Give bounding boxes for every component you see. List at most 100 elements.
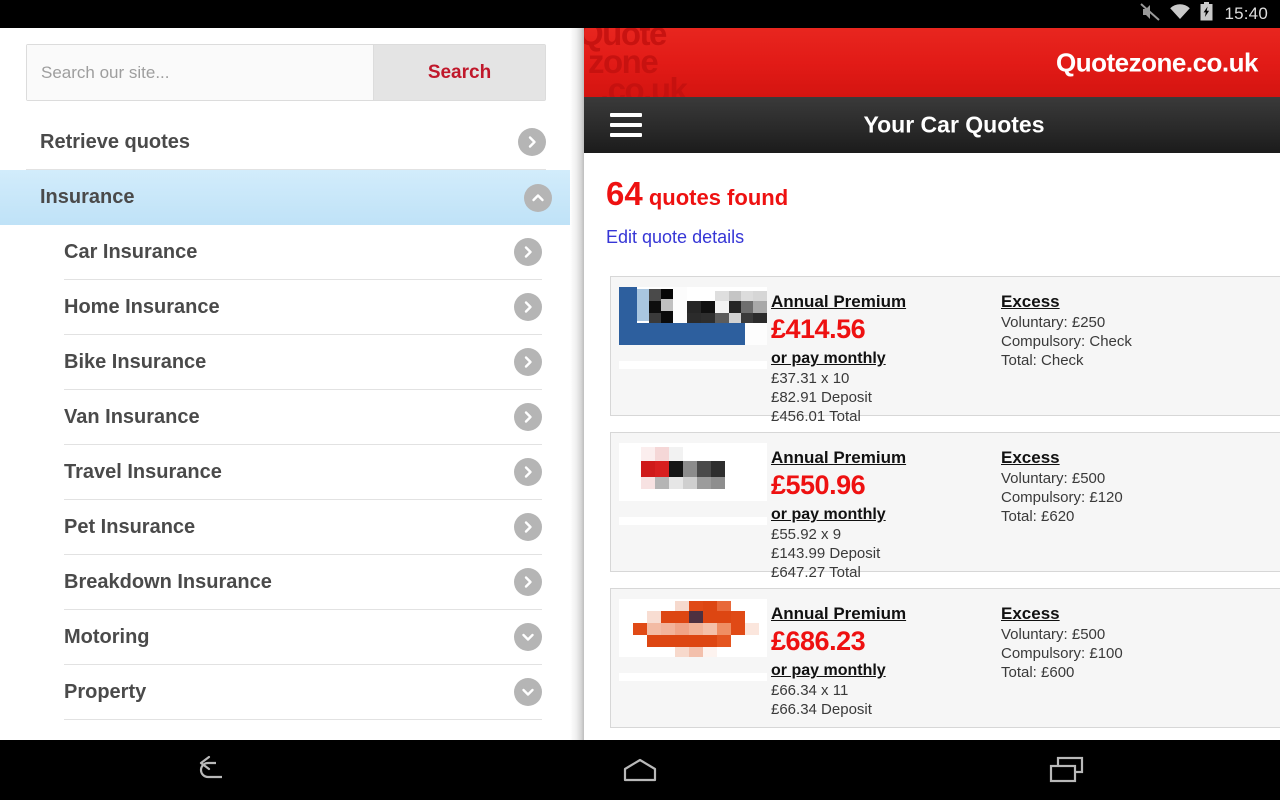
- brand-name: Quotezone.co.uk: [1056, 47, 1258, 77]
- site-search: Search: [26, 44, 546, 101]
- monthly-deposit: £82.91 Deposit: [771, 389, 872, 406]
- annual-premium-label[interactable]: Annual Premium: [771, 292, 1001, 312]
- page-title: Your Car Quotes: [863, 111, 1045, 138]
- premium-column: Annual Premium £414.56 or pay monthly £3…: [771, 277, 1001, 425]
- pay-monthly-label[interactable]: or pay monthly: [771, 350, 1001, 368]
- monthly-instalments: £37.31 x 10: [771, 370, 850, 387]
- back-icon[interactable]: [153, 755, 273, 785]
- excess-compulsory: Compulsory: £100: [1001, 645, 1123, 662]
- excess-total: Total: £600: [1001, 664, 1075, 681]
- premium-column: Annual Premium £686.23 or pay monthly £6…: [771, 589, 1001, 727]
- chevron-down-icon[interactable]: [514, 678, 542, 706]
- sidebar-item-bike-insurance[interactable]: Bike Insurance: [64, 335, 542, 390]
- page-nav-bar: Your Car Quotes: [584, 97, 1280, 153]
- annual-premium-price: £550.96: [771, 470, 866, 500]
- annual-premium-price: £686.23: [771, 626, 866, 656]
- watermark-line-1: Quote: [584, 28, 667, 52]
- chevron-right-icon[interactable]: [514, 348, 542, 376]
- monthly-total: £456.01 Total: [771, 408, 861, 425]
- sidebar-item-label: Bike Insurance: [64, 350, 207, 373]
- sidebar-item-label: Travel Insurance: [64, 460, 222, 483]
- sidebar-item-travel-insurance[interactable]: Travel Insurance: [64, 445, 542, 500]
- sidebar-item-label: Insurance: [40, 186, 135, 208]
- chevron-right-icon[interactable]: [518, 128, 546, 156]
- results-summary: 64 quotes found Edit quote details: [584, 153, 1280, 248]
- search-input[interactable]: [27, 45, 373, 100]
- sidebar-item-label: Van Insurance: [64, 405, 200, 428]
- excess-compulsory: Compulsory: Check: [1001, 333, 1132, 350]
- sidebar-item-pet-insurance[interactable]: Pet Insurance: [64, 500, 542, 555]
- mute-icon: [1140, 2, 1161, 26]
- sidebar-item-motoring[interactable]: Motoring: [64, 610, 542, 665]
- sidebar-item-label: Car Insurance: [64, 240, 198, 263]
- chevron-right-icon[interactable]: [514, 238, 542, 266]
- sidebar-item-car-insurance[interactable]: Car Insurance: [64, 225, 542, 280]
- app-viewport: Search Retrieve quotes Insurance Car: [0, 28, 1280, 740]
- status-clock: 15:40: [1224, 4, 1268, 23]
- device-screen: 15:40 Search Retrieve quotes Insurance: [0, 0, 1280, 800]
- chevron-right-icon[interactable]: [514, 458, 542, 486]
- excess-total: Total: £620: [1001, 508, 1075, 525]
- chevron-right-icon[interactable]: [514, 293, 542, 321]
- quotes-found-count: 64 quotes found: [606, 175, 1280, 213]
- sidebar-item-label: Retrieve quotes: [40, 130, 191, 153]
- excess-column: Excess Voluntary: £500 Compulsory: £100 …: [1001, 589, 1280, 727]
- quote-card[interactable]: Annual Premium £686.23 or pay monthly £6…: [610, 588, 1280, 728]
- excess-label[interactable]: Excess: [1001, 448, 1280, 468]
- sidebar-item-van-insurance[interactable]: Van Insurance: [64, 390, 542, 445]
- logo-underline: [619, 517, 767, 525]
- pane-divider: [570, 28, 584, 740]
- chevron-right-icon[interactable]: [514, 513, 542, 541]
- sidebar-item-retrieve-quotes[interactable]: Retrieve quotes: [26, 115, 546, 170]
- edit-quote-details-link[interactable]: Edit quote details: [606, 227, 744, 248]
- annual-premium-label[interactable]: Annual Premium: [771, 604, 1001, 624]
- android-status-bar: 15:40: [0, 0, 1280, 28]
- annual-premium-label[interactable]: Annual Premium: [771, 448, 1001, 468]
- quote-card[interactable]: Annual Premium £550.96 or pay monthly £5…: [610, 432, 1280, 581]
- excess-compulsory: Compulsory: £120: [1001, 489, 1123, 506]
- search-button[interactable]: Search: [373, 45, 545, 100]
- monthly-instalments: £55.92 x 9: [771, 526, 842, 543]
- insurer-logo-column: [611, 277, 771, 415]
- sidebar-item-breakdown-insurance[interactable]: Breakdown Insurance: [64, 555, 542, 610]
- insurer-logo-blurred-icon: [619, 443, 767, 501]
- excess-voluntary: Voluntary: £500: [1001, 626, 1106, 643]
- excess-voluntary: Voluntary: £500: [1001, 470, 1106, 487]
- sidebar-nav: Retrieve quotes Insurance Car Insurance: [0, 115, 570, 720]
- chevron-right-icon[interactable]: [514, 568, 542, 596]
- insurer-logo-column: [611, 589, 771, 727]
- quote-count-number: 64: [606, 175, 643, 212]
- excess-voluntary: Voluntary: £250: [1001, 314, 1106, 331]
- sidebar-item-property[interactable]: Property: [64, 665, 542, 720]
- sidebar-item-home-insurance[interactable]: Home Insurance: [64, 280, 542, 335]
- quote-count-suffix: quotes found: [642, 185, 789, 210]
- annual-premium-price: £414.56: [771, 314, 866, 344]
- monthly-instalments: £66.34 x 11: [771, 682, 849, 699]
- excess-label[interactable]: Excess: [1001, 292, 1280, 312]
- pay-monthly-label[interactable]: or pay monthly: [771, 506, 1001, 524]
- sidebar-item-label: Motoring: [64, 625, 150, 648]
- quote-list: Annual Premium £414.56 or pay monthly £3…: [584, 276, 1280, 728]
- recents-icon[interactable]: [1007, 755, 1127, 785]
- chevron-up-icon[interactable]: [524, 183, 552, 212]
- excess-column: Excess Voluntary: £250 Compulsory: Check…: [1001, 277, 1280, 415]
- premium-column: Annual Premium £550.96 or pay monthly £5…: [771, 433, 1001, 581]
- monthly-deposit: £143.99 Deposit: [771, 545, 881, 562]
- excess-label[interactable]: Excess: [1001, 604, 1280, 624]
- watermark-line-3: .co.uk: [600, 71, 688, 97]
- quote-card[interactable]: Annual Premium £414.56 or pay monthly £3…: [610, 276, 1280, 425]
- chevron-down-icon[interactable]: [514, 623, 542, 651]
- pay-monthly-label[interactable]: or pay monthly: [771, 662, 1001, 680]
- battery-charging-icon: [1200, 2, 1213, 26]
- excess-column: Excess Voluntary: £500 Compulsory: £120 …: [1001, 433, 1280, 571]
- sidebar-item-label: Property: [64, 680, 147, 703]
- home-icon[interactable]: [580, 756, 700, 784]
- sidebar-item-label: Pet Insurance: [64, 515, 196, 538]
- excess-total: Total: Check: [1001, 352, 1084, 369]
- monthly-deposit: £66.34 Deposit: [771, 701, 872, 718]
- android-navigation-bar: [0, 740, 1280, 800]
- insurer-logo-blurred-icon: [619, 599, 767, 657]
- sidebar-item-insurance[interactable]: Insurance: [0, 170, 570, 225]
- chevron-right-icon[interactable]: [514, 403, 542, 431]
- wifi-icon: [1169, 3, 1191, 25]
